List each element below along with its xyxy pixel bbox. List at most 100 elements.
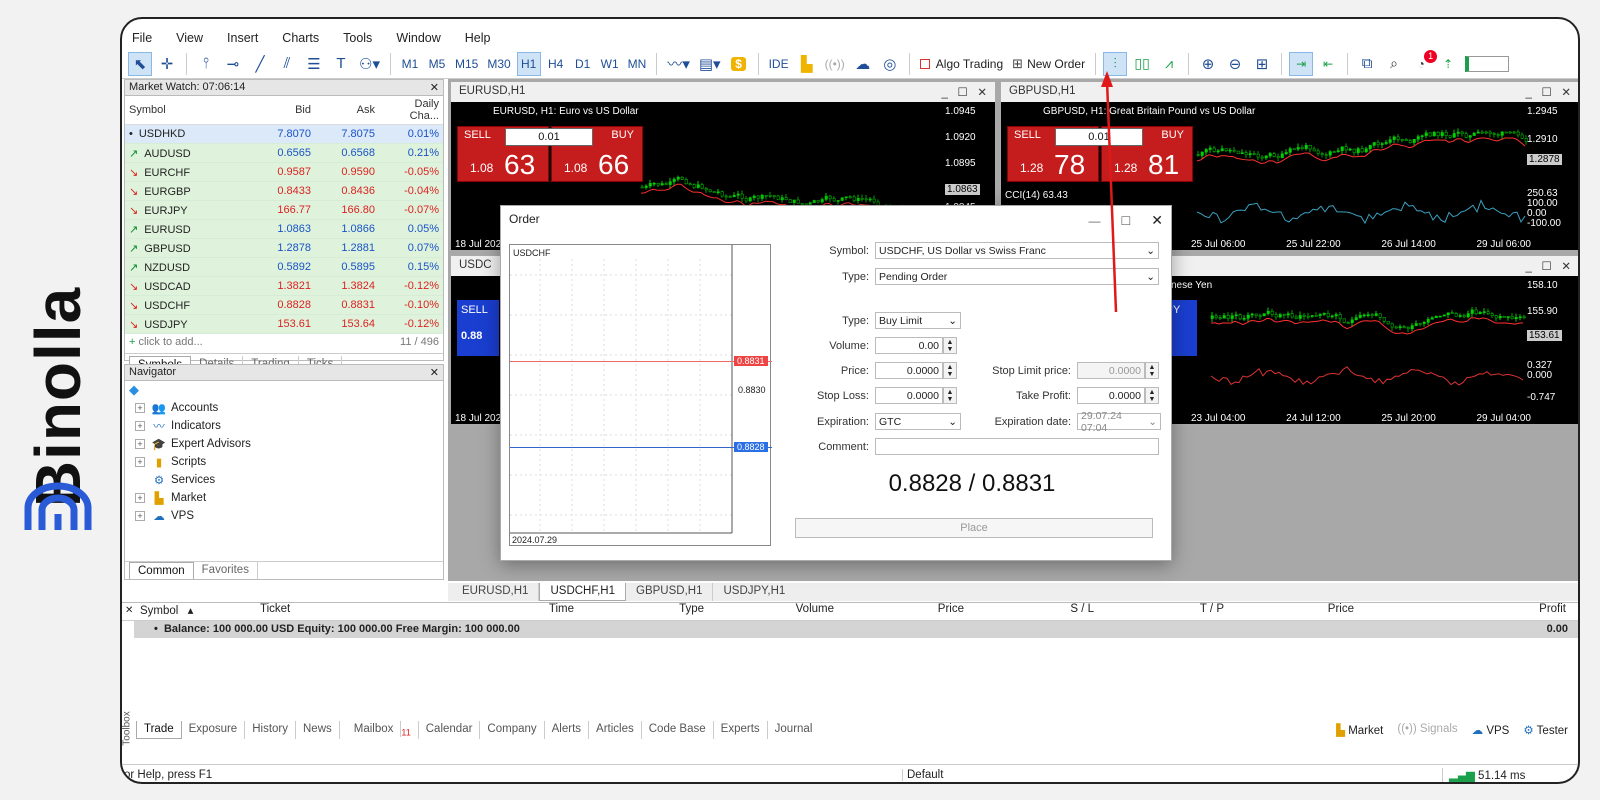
table-row[interactable]: ↗ AUDUSD 0.6565 0.6568 0.21% <box>125 143 443 163</box>
column-daily-change[interactable]: Daily Cha... <box>379 96 443 125</box>
zoom-in-icon[interactable]: ⊕ <box>1196 52 1220 76</box>
autoscroll-icon[interactable]: ⇥ <box>1289 51 1314 76</box>
column-ticket[interactable]: Ticket <box>220 603 340 620</box>
volume-stepper[interactable]: ▲ ▼ <box>943 337 957 354</box>
window-controls[interactable]: _ ☐ ✕ <box>941 85 987 99</box>
column-ask[interactable]: Ask <box>315 96 379 125</box>
candlestick-icon[interactable]: ▯▯ <box>1130 52 1154 76</box>
connection-status[interactable]: ▂▄▆ 51.14 ms <box>1442 767 1525 782</box>
column-time[interactable]: Time <box>340 603 580 620</box>
table-row[interactable]: ↘ USDCHF 0.8828 0.8831 -0.10% <box>125 295 443 315</box>
menu-file[interactable]: File <box>132 31 152 45</box>
column-profit[interactable]: Profit <box>1360 603 1572 620</box>
close-icon[interactable]: ✕ <box>1151 212 1163 228</box>
signals-icon[interactable]: ((•)) <box>822 52 848 76</box>
tab-articles[interactable]: Articles <box>589 721 642 740</box>
screenshot-icon[interactable]: ⧉ <box>1355 52 1379 76</box>
timeframe-mn[interactable]: MN <box>625 52 650 76</box>
tile-windows-icon[interactable]: ⊞ <box>1250 52 1274 76</box>
nav-expert-advisors[interactable]: + 🎓 Expert Advisors <box>125 435 443 453</box>
web-icon[interactable]: ◎ <box>878 52 902 76</box>
place-button[interactable]: Place <box>795 518 1153 538</box>
tab-trade[interactable]: Trade <box>136 721 182 740</box>
table-row[interactable]: ↘ EURCHF 0.9587 0.9590 -0.05% <box>125 162 443 182</box>
nav-vps[interactable]: + ☁ VPS <box>125 507 443 525</box>
tab-common[interactable]: Common <box>129 562 194 579</box>
market-coin-icon[interactable]: $ <box>727 52 751 76</box>
stop-limit-stepper[interactable]: ▲ ▼ <box>1145 362 1159 379</box>
close-icon[interactable]: ✕ <box>430 81 439 94</box>
menu-view[interactable]: View <box>176 31 203 45</box>
add-symbol-row[interactable]: + click to add... 11 / 496 <box>125 334 443 353</box>
table-row[interactable]: ↘ USDCAD 1.3821 1.3824 -0.12% <box>125 276 443 296</box>
timeframe-m1[interactable]: M1 <box>398 52 422 76</box>
tab-exposure[interactable]: Exposure <box>182 721 246 740</box>
tab-eurusd[interactable]: EURUSD,H1 <box>452 583 540 601</box>
timeframe-m15[interactable]: M15 <box>452 52 481 76</box>
tab-usdjpy[interactable]: USDJPY,H1 <box>713 583 795 601</box>
close-icon[interactable]: ✕ <box>125 605 133 616</box>
tab-history[interactable]: History <box>245 721 296 740</box>
window-controls[interactable]: _ ☐ ✕ <box>1525 85 1571 99</box>
price-input[interactable]: 0.0000 <box>875 362 943 379</box>
crosshair-icon[interactable]: ✛ <box>155 52 179 76</box>
timeframe-h4[interactable]: H4 <box>544 52 568 76</box>
table-row[interactable]: ↗ EURUSD 1.0863 1.0866 0.05% <box>125 219 443 239</box>
table-row[interactable]: ↘ EURJPY 166.77 166.80 -0.07% <box>125 200 443 220</box>
channel-icon[interactable]: ⫽ <box>275 52 299 76</box>
window-controls[interactable]: _ ☐ ✕ <box>1525 259 1571 273</box>
fibonacci-icon[interactable]: ☰ <box>302 52 326 76</box>
table-row[interactable]: ↗ NZDUSD 0.5892 0.5895 0.15% <box>125 257 443 277</box>
zoom-out-icon[interactable]: ⊖ <box>1223 52 1247 76</box>
line-chart-icon[interactable]: ⩘ <box>1157 52 1181 76</box>
tab-gbpusd[interactable]: GBPUSD,H1 <box>626 583 714 601</box>
column-tp[interactable]: T / P <box>1100 603 1230 620</box>
column-type[interactable]: Type <box>580 603 710 620</box>
search-icon[interactable]: ⌕ <box>1382 52 1406 76</box>
tab-news[interactable]: News <box>296 721 340 740</box>
tab-calendar[interactable]: Calendar <box>419 721 481 740</box>
vps-cloud-icon[interactable]: ☁ <box>851 52 875 76</box>
column-price-current[interactable]: Price <box>1230 603 1360 620</box>
tab-code-base[interactable]: Code Base <box>642 721 714 740</box>
market-link[interactable]: ▙ Market <box>1336 723 1383 737</box>
stop-limit-input[interactable]: 0.0000 <box>1077 362 1145 379</box>
templates-icon[interactable]: ▤▾ <box>696 52 724 76</box>
column-sl[interactable]: S / L <box>970 603 1100 620</box>
search-box[interactable] <box>1465 55 1510 72</box>
shapes-icon[interactable]: ⚇▾ <box>356 52 383 76</box>
tab-usdchf[interactable]: USDCHF,H1 <box>539 583 627 601</box>
column-symbol[interactable]: Symbol <box>125 96 251 125</box>
tab-favorites[interactable]: Favorites <box>194 562 258 579</box>
lot-size-input[interactable]: 0.01 <box>505 128 593 146</box>
tab-journal[interactable]: Journal <box>768 721 820 739</box>
tab-mailbox[interactable]: Mailbox 11 <box>340 721 419 740</box>
tab-alerts[interactable]: Alerts <box>545 721 590 740</box>
menu-help[interactable]: Help <box>465 31 491 45</box>
new-order-button[interactable]: ⊞ New Order <box>1009 52 1088 76</box>
nav-accounts[interactable]: + 👥 Accounts <box>125 399 443 417</box>
timeframe-m5[interactable]: M5 <box>425 52 449 76</box>
stop-loss-input[interactable]: 0.0000 <box>875 387 943 404</box>
nav-indicators[interactable]: + 〰 Indicators <box>125 417 443 435</box>
timeframe-w1[interactable]: W1 <box>598 52 622 76</box>
stop-loss-stepper[interactable]: ▲ ▼ <box>943 387 957 404</box>
chart-shift-icon[interactable]: ⇤ <box>1316 52 1340 76</box>
table-row[interactable]: ↗ GBPUSD 1.2878 1.2881 0.07% <box>125 238 443 258</box>
expiration-select[interactable]: GTC ⌄ <box>875 413 961 430</box>
menu-insert[interactable]: Insert <box>227 31 258 45</box>
table-row[interactable]: ↘ EURGBP 0.8433 0.8436 -0.04% <box>125 181 443 201</box>
comment-input[interactable] <box>875 438 1159 455</box>
nav-market[interactable]: + ▙ Market <box>125 489 443 507</box>
vertical-line-icon[interactable]: ⫯ <box>194 52 218 76</box>
close-icon[interactable]: ✕ <box>430 366 439 379</box>
expiration-date-picker[interactable]: 29.07.24 07:04 ⌄ <box>1077 410 1161 434</box>
account-level-icon[interactable]: ⇡ <box>1436 52 1460 76</box>
volume-input[interactable]: 0.00 <box>875 337 943 354</box>
signals-link[interactable]: ((•)) Signals <box>1397 723 1457 737</box>
nav-services[interactable]: ⚙ Services <box>125 471 443 489</box>
column-volume[interactable]: Volume <box>710 603 840 620</box>
column-bid[interactable]: Bid <box>251 96 315 125</box>
algo-trading-button[interactable]: Algo Trading <box>917 52 1006 76</box>
timeframe-h1[interactable]: H1 <box>516 51 541 76</box>
